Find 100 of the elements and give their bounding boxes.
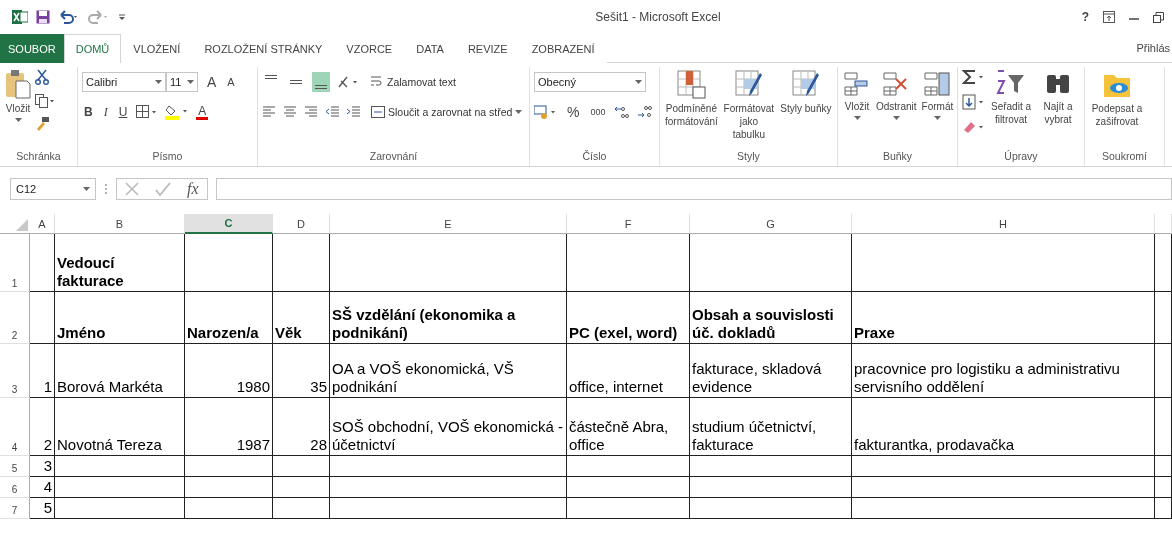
wrap-text-icon: [370, 76, 384, 88]
table-cell: fakturace, skladová evidence: [690, 344, 852, 398]
align-lines-icon: [265, 75, 277, 79]
currency-icon[interactable]: [534, 105, 558, 119]
table-cell: [1155, 477, 1172, 498]
column-header[interactable]: D: [273, 214, 330, 234]
merge-cells-icon: [371, 106, 385, 118]
column-header[interactable]: A: [30, 214, 55, 234]
text-orientation-icon[interactable]: [337, 75, 359, 89]
table-cell: Novotná Tereza: [55, 398, 185, 456]
table-cell: Vedoucí fakturace: [55, 234, 185, 292]
caret-icon: [83, 187, 90, 191]
column-header[interactable]: F: [567, 214, 690, 234]
group-label: Buňky: [881, 150, 914, 164]
font-color-button[interactable]: A: [196, 104, 209, 120]
sign-in-link[interactable]: Přihlás: [1136, 42, 1170, 54]
thousands-separator-button[interactable]: 000: [588, 107, 608, 117]
row-header[interactable]: 7: [0, 498, 30, 519]
increase-indent-icon[interactable]: [346, 106, 360, 118]
row-header[interactable]: 2: [0, 292, 30, 344]
eraser-icon[interactable]: [962, 119, 986, 135]
decrease-indent-icon[interactable]: [325, 106, 339, 118]
excel-logo-icon[interactable]: [12, 9, 28, 25]
increase-font-size-button[interactable]: A: [205, 74, 219, 90]
caret-icon: [187, 80, 194, 84]
name-box[interactable]: C12: [10, 178, 96, 200]
check-icon[interactable]: [155, 182, 171, 196]
paste-button[interactable]: Vložit: [4, 67, 32, 124]
row-header[interactable]: 1: [0, 234, 30, 292]
fill-color-icon[interactable]: [165, 104, 190, 120]
caret-icon: [933, 116, 941, 120]
table-cell: 5: [30, 498, 55, 519]
format-painter-icon[interactable]: [35, 117, 49, 131]
font-size-dropdown[interactable]: 11: [166, 72, 198, 92]
column-header[interactable]: C: [185, 214, 273, 234]
help-button[interactable]: ?: [1081, 10, 1089, 24]
styles-button[interactable]: Formátovat jako tabulku: [721, 67, 776, 143]
styles-button[interactable]: Styly buňky: [778, 67, 833, 117]
cells-button[interactable]: Formát: [920, 67, 955, 122]
fill-down-icon[interactable]: [962, 94, 986, 110]
decrease-font-size-button[interactable]: A: [225, 76, 237, 88]
sign-and-encrypt-button[interactable]: Podepsat a zašifrovat: [1089, 67, 1145, 130]
decrease-decimal-icon[interactable]: [637, 105, 654, 119]
table-cell: [1155, 344, 1172, 398]
table-cell: office, internet: [567, 344, 690, 398]
row-header[interactable]: 6: [0, 477, 30, 498]
restore-icon[interactable]: [1153, 11, 1164, 23]
caret-icon: [853, 116, 861, 120]
cells-icon: [923, 69, 952, 97]
font-family-dropdown[interactable]: Calibri: [82, 72, 166, 92]
group-label: Číslo: [581, 150, 608, 164]
save-icon[interactable]: [36, 10, 50, 24]
group-label: Schránka: [15, 150, 62, 164]
italic-button[interactable]: I: [101, 104, 110, 120]
percent-button[interactable]: %: [565, 104, 582, 120]
insert-function-button[interactable]: fx: [187, 180, 199, 198]
formula-input[interactable]: [215, 178, 1172, 200]
column-header[interactable]: E: [330, 214, 567, 234]
wrap-text-button[interactable]: Zalamovat text: [370, 76, 456, 88]
table-cell: [273, 498, 330, 519]
ribbon-tab[interactable]: DOMŮ: [63, 34, 122, 63]
table-cell: [1155, 456, 1172, 477]
window-title: Sešit1 - Microsoft Excel: [595, 10, 721, 24]
ribbon-display-options-icon[interactable]: [1103, 11, 1115, 23]
cells-button[interactable]: Vložit: [842, 67, 872, 122]
align-lines-icon: [290, 80, 302, 84]
ribbon-tab[interactable]: SOUBOR: [0, 34, 64, 63]
cells-button[interactable]: Odstranit: [875, 67, 918, 122]
column-header[interactable]: G: [690, 214, 852, 234]
copy-icon[interactable]: [35, 94, 55, 108]
table-cell: [1155, 498, 1172, 519]
merge-and-center-button[interactable]: Sloučit a zarovnat na střed: [371, 106, 523, 118]
row-header[interactable]: 3: [0, 344, 30, 398]
align-lines-icon: [315, 85, 327, 89]
bold-button[interactable]: B: [82, 105, 95, 119]
editing-button[interactable]: Najít a vybrat: [1036, 67, 1080, 128]
group-label: Styly: [736, 150, 761, 164]
table-cell: [30, 292, 55, 344]
corner-triangle-icon: [16, 219, 28, 231]
increase-decimal-icon[interactable]: [614, 105, 631, 119]
editing-button[interactable]: Seřadit a filtrovat: [989, 67, 1033, 128]
table-cell: 3: [30, 456, 55, 477]
borders-icon[interactable]: [136, 105, 159, 119]
underline-button[interactable]: U: [116, 105, 130, 119]
table-cell: Borová Markéta: [55, 344, 185, 398]
table-cell: fakturantka, prodavačka: [852, 398, 1155, 456]
styles-button[interactable]: Podmíněné formátování: [664, 67, 719, 130]
undo-icon[interactable]: [58, 10, 80, 24]
column-header[interactable]: H: [852, 214, 1155, 234]
number-format-dropdown[interactable]: Obecný: [534, 72, 646, 92]
table-cell: studium účetnictví, fakturace: [690, 398, 852, 456]
scissors-icon[interactable]: [35, 69, 49, 85]
vertical-align-button[interactable]: [312, 72, 330, 92]
row-header[interactable]: 5: [0, 456, 30, 477]
more-icon: [104, 182, 108, 196]
sigma-icon[interactable]: [962, 69, 986, 85]
customize-toolbar-icon[interactable]: [118, 12, 126, 22]
row-header[interactable]: 4: [0, 398, 30, 456]
table-cell: Jméno: [55, 292, 185, 344]
sort-filter-icon: [996, 69, 1026, 97]
